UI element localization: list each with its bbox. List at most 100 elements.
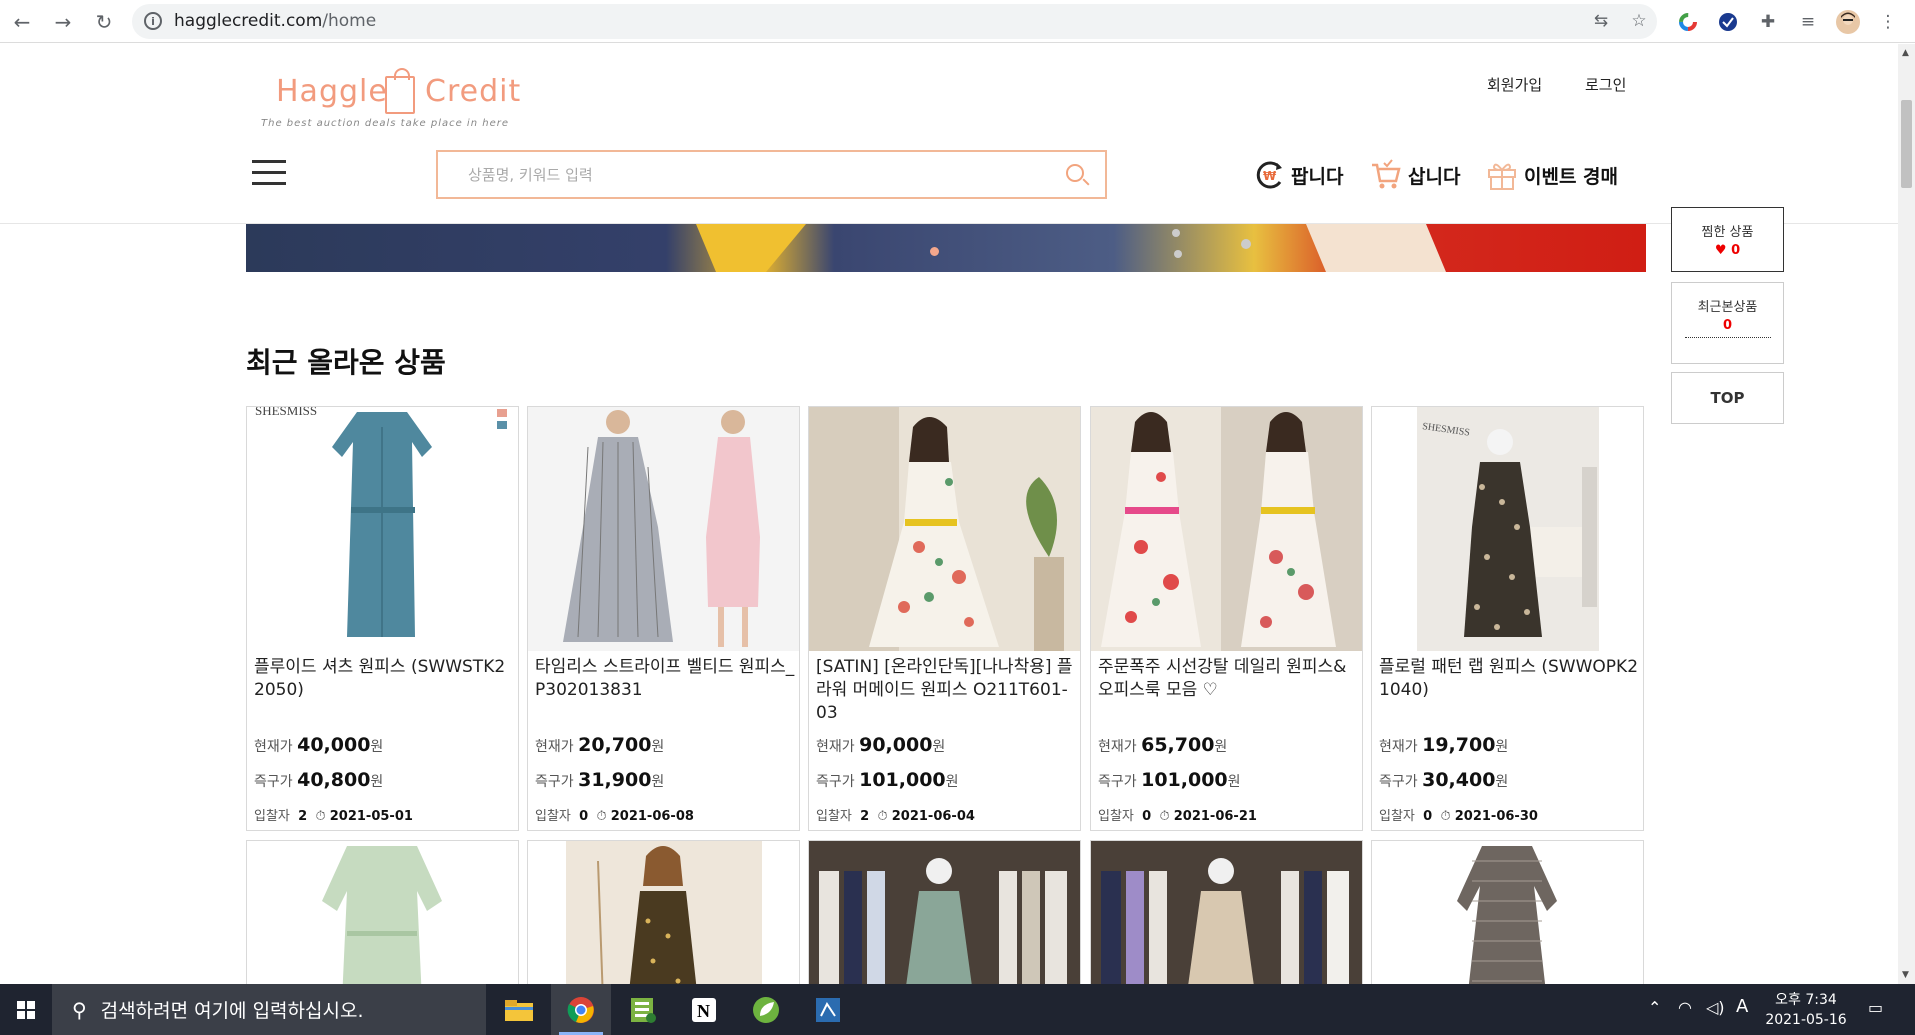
banner-image	[696, 224, 1446, 272]
product-image: SHESMISS	[1372, 407, 1643, 651]
current-price: 19,700	[1422, 734, 1496, 756]
product-card[interactable]: SHESMISS 플루이드 셔츠 원피스 (SWWSTK22050) 현재가 4…	[246, 406, 519, 831]
file-explorer-icon[interactable]	[489, 984, 549, 1035]
recent-products-widget[interactable]: 최근본상품 0	[1671, 282, 1784, 364]
forward-icon[interactable]: →	[49, 8, 77, 36]
taskbar-search-box[interactable]: ⚲ 검색하려면 여기에 입력하십시오.	[52, 984, 486, 1035]
volume-icon[interactable]: ◁)	[1706, 998, 1725, 1017]
spring-tool-icon[interactable]	[736, 984, 796, 1035]
product-card[interactable]	[527, 840, 800, 984]
menu-event-label: 이벤트 경매	[1524, 165, 1619, 188]
product-card[interactable]	[808, 840, 1081, 984]
product-card[interactable]	[246, 840, 519, 984]
svg-text:₩: ₩	[1263, 169, 1277, 183]
search-icon[interactable]	[1066, 164, 1084, 182]
current-price-row: 현재가 40,000원	[254, 734, 384, 756]
product-card[interactable]: SHESMISS 플로럴 패턴 랩 원피스 (SWWOPK21040) 현재가 …	[1371, 406, 1644, 831]
site-logo[interactable]: Haggle Credit The best auction deals tak…	[261, 56, 531, 136]
product-name[interactable]: 타임리스 스트라이프 벨티드 원피스_P302013831	[535, 656, 795, 702]
current-price: 20,700	[578, 734, 652, 756]
back-icon[interactable]: ←	[8, 8, 36, 36]
product-image	[809, 407, 1080, 651]
current-price-row: 현재가 19,700원	[1379, 734, 1509, 756]
extension-c-icon[interactable]	[1674, 8, 1702, 36]
buy-now-price: 101,000	[859, 769, 946, 791]
search-input[interactable]	[452, 160, 1032, 190]
product-image	[566, 841, 762, 984]
media-control-icon[interactable]: ≡	[1794, 8, 1822, 36]
menu-event-auction[interactable]: 이벤트 경매	[1486, 157, 1618, 193]
bid-info-row: 입찰자 0 ⏱ 2021-06-21	[1098, 809, 1257, 824]
buy-now-price: 30,400	[1422, 769, 1496, 791]
promo-banner[interactable]	[246, 224, 1646, 272]
product-image: SHESMISS	[247, 407, 518, 651]
scroll-down-icon[interactable]: ▼	[1902, 970, 1909, 980]
liked-products-label: 찜한 상품	[1701, 225, 1754, 240]
chrome-taskbar-icon[interactable]	[551, 984, 611, 1035]
top-button[interactable]: TOP	[1671, 372, 1784, 424]
carousel-indicator[interactable]	[930, 247, 939, 256]
signup-link[interactable]: 회원가입	[1487, 74, 1542, 95]
search-box[interactable]	[436, 150, 1107, 199]
buy-now-price-row: 즉구가 30,400원	[1379, 769, 1509, 791]
liked-count-value: 0	[1731, 243, 1741, 258]
scrollbar-thumb[interactable]	[1901, 100, 1912, 188]
buy-now-price-row: 즉구가 101,000원	[816, 769, 959, 791]
vscode-like-icon[interactable]	[798, 984, 858, 1035]
reload-icon[interactable]: ↻	[90, 8, 118, 36]
browser-menu-icon[interactable]: ⋮	[1874, 8, 1902, 36]
taskbar-search-text: 검색하려면 여기에 입력하십시오.	[100, 1000, 364, 1022]
taskbar-clock[interactable]: 오후 7:34 2021-05-16	[1756, 990, 1856, 1030]
liked-products-count: ♥ 0	[1672, 243, 1783, 258]
product-card[interactable]: 타임리스 스트라이프 벨티드 원피스_P302013831 현재가 20,700…	[527, 406, 800, 831]
product-name[interactable]: 플로럴 패턴 랩 원피스 (SWWOPK21040)	[1379, 656, 1639, 702]
extension-check-icon[interactable]	[1714, 8, 1742, 36]
bid-count: 2	[860, 809, 870, 824]
hamburger-menu-icon[interactable]	[252, 160, 286, 186]
menu-sell-label: 팝니다	[1291, 165, 1344, 188]
product-name[interactable]: 주문폭주 시선강탈 데일리 원피스&오피스룩 모음 ♡	[1098, 656, 1358, 702]
spreadsheet-app-icon[interactable]	[613, 984, 673, 1035]
menu-buy-label: 삽니다	[1408, 165, 1461, 188]
bookmark-star-icon[interactable]: ☆	[1625, 7, 1653, 35]
end-date: 2021-05-01	[329, 809, 413, 824]
translate-icon[interactable]: ⇆	[1587, 7, 1615, 35]
current-price: 90,000	[859, 734, 933, 756]
info-icon[interactable]: i	[144, 12, 162, 30]
product-card[interactable]: 주문폭주 시선강탈 데일리 원피스&오피스룩 모음 ♡ 현재가 65,700원 …	[1090, 406, 1363, 831]
product-card[interactable]: [SATIN] [온라인단독][나나착용] 플라워 머메이드 원피스 O211T…	[808, 406, 1081, 831]
product-name[interactable]: [SATIN] [온라인단독][나나착용] 플라워 머메이드 원피스 O211T…	[816, 656, 1076, 725]
url-domain: hagglecredit.com	[174, 11, 323, 31]
timer-icon: ⏱	[1440, 809, 1451, 824]
product-name[interactable]: 플루이드 셔츠 원피스 (SWWSTK22050)	[254, 656, 514, 702]
notification-icon[interactable]: ▭	[1868, 998, 1883, 1017]
product-image	[809, 841, 1080, 984]
product-card[interactable]	[1371, 840, 1644, 984]
menu-sell[interactable]: ₩ 팝니다	[1253, 157, 1343, 193]
liked-products-widget[interactable]: 찜한 상품 ♥ 0	[1671, 207, 1784, 272]
buy-now-price-row: 즉구가 40,800원	[254, 769, 384, 791]
scroll-up-icon[interactable]: ▲	[1902, 48, 1909, 58]
notion-icon[interactable]: N	[674, 984, 734, 1035]
profile-avatar[interactable]	[1834, 8, 1862, 36]
end-date: 2021-06-30	[1454, 809, 1538, 824]
login-link[interactable]: 로그인	[1585, 74, 1626, 95]
bid-info-row: 입찰자 0 ⏱ 2021-06-30	[1379, 809, 1538, 824]
ime-indicator[interactable]: A	[1736, 996, 1748, 1017]
wifi-icon[interactable]: ◠	[1678, 998, 1692, 1017]
extensions-puzzle-icon[interactable]: ✚	[1754, 8, 1782, 36]
address-bar[interactable]: i hagglecredit.com/home ⇆ ☆	[132, 4, 1657, 39]
buy-now-price: 40,800	[297, 769, 371, 791]
windows-taskbar: ⚲ 검색하려면 여기에 입력하십시오. N ⌃ ◠ ◁) A 오후 7:34 2…	[0, 984, 1915, 1035]
menu-buy[interactable]: 삽니다	[1370, 157, 1460, 193]
logo-text-credit: Credit	[425, 74, 522, 109]
bid-info-row: 입찰자 0 ⏱ 2021-06-08	[535, 809, 694, 824]
tray-chevron-icon[interactable]: ⌃	[1648, 998, 1661, 1017]
bid-info-row: 입찰자 2 ⏱ 2021-05-01	[254, 809, 413, 824]
page-scrollbar[interactable]: ▲ ▼	[1898, 44, 1915, 984]
product-card[interactable]	[1090, 840, 1363, 984]
timer-icon: ⏱	[1159, 809, 1170, 824]
windows-start-icon[interactable]	[0, 984, 52, 1035]
taskbar-search-icon: ⚲	[72, 997, 87, 1022]
url-text[interactable]: hagglecredit.com/home	[174, 11, 376, 31]
